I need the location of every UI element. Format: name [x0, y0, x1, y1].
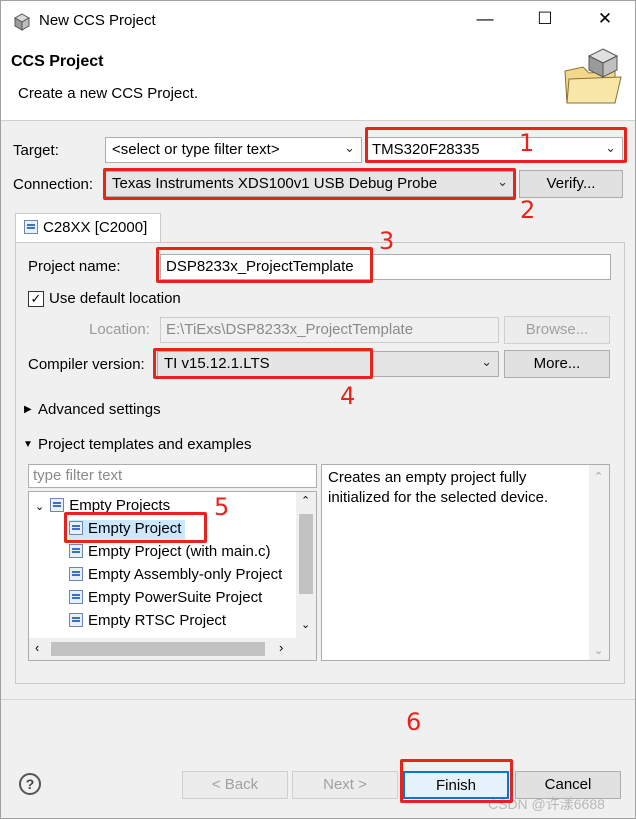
next-button[interactable]: Next >	[292, 771, 398, 799]
close-button[interactable]: ✕	[585, 9, 625, 35]
template-icon	[69, 567, 83, 581]
templates-toggle[interactable]: Project templates and examples	[38, 436, 251, 453]
chevron-left-icon[interactable]: ‹	[35, 640, 39, 655]
template-filter-input[interactable]: type filter text	[28, 464, 317, 488]
more-button[interactable]: More...	[504, 350, 610, 378]
use-default-location-checkbox[interactable]: ✓	[28, 291, 44, 307]
annotation-box-1	[365, 127, 627, 163]
page-title: CCS Project	[11, 53, 104, 70]
scroll-thumb[interactable]	[299, 514, 313, 594]
annotation-box-4	[153, 348, 373, 379]
scroll-thumb[interactable]	[51, 642, 265, 656]
annotation-number-2: 2	[520, 196, 536, 224]
target-filter-value: <select or type filter text>	[112, 141, 280, 158]
annotation-box-6	[400, 759, 513, 803]
browse-button[interactable]: Browse...	[504, 316, 610, 344]
tree-item-empty-assembly[interactable]: Empty Assembly-only Project	[69, 566, 294, 588]
use-default-location-label: Use default location	[49, 290, 181, 307]
template-description: Creates an empty project fully initializ…	[321, 464, 610, 661]
tree-item-label: Empty RTSC Project	[88, 612, 227, 629]
minimize-button[interactable]: —	[465, 9, 505, 35]
annotation-box-5	[64, 512, 207, 543]
annotation-box-3	[156, 247, 373, 283]
page-description: Create a new CCS Project.	[18, 85, 199, 102]
chevron-down-icon: ⌄	[35, 501, 45, 513]
location-label: Location:	[89, 321, 150, 338]
tree-item-label: Empty PowerSuite Project	[88, 589, 263, 606]
annotation-number-6: 6	[406, 708, 422, 736]
tree-horizontal-scrollbar[interactable]: ‹ ›	[29, 638, 316, 660]
target-label: Target:	[13, 142, 59, 159]
tab-c28xx[interactable]: C28XX [C2000]	[15, 213, 161, 243]
tab-label: C28XX [C2000]	[43, 219, 148, 236]
app-cube-icon	[13, 13, 31, 35]
template-description-text: Creates an empty project fully initializ…	[328, 469, 549, 506]
target-filter-combo[interactable]: <select or type filter text> ⌄	[105, 137, 362, 163]
footer-divider	[1, 699, 635, 700]
template-icon	[69, 613, 83, 627]
chevron-down-icon: ⌄	[481, 354, 492, 369]
template-icon	[69, 544, 83, 558]
wizard-header: CCS Project Create a new CCS Project.	[1, 43, 635, 121]
advanced-settings-toggle[interactable]: Advanced settings	[38, 401, 161, 418]
tree-item-empty-powersuite[interactable]: Empty PowerSuite Project	[69, 589, 262, 611]
chevron-down-icon: ⌄	[344, 140, 355, 155]
window-title: New CCS Project	[39, 12, 156, 29]
help-icon[interactable]: ?	[19, 773, 41, 795]
chevron-down-icon[interactable]: ⌄	[594, 641, 603, 661]
title-bar[interactable]: New CCS Project — ☐ ✕	[1, 1, 635, 43]
annotation-number-3: 3	[379, 227, 395, 255]
chevron-right-icon[interactable]: ›	[279, 640, 283, 655]
new-ccs-project-dialog: New CCS Project — ☐ ✕ CCS Project Create…	[0, 0, 636, 819]
annotation-box-2	[103, 168, 516, 200]
template-icon	[69, 590, 83, 604]
tree-item-label: Empty Assembly-only Project	[88, 566, 283, 583]
device-tab-icon	[24, 220, 38, 234]
chevron-down-icon[interactable]: ⌄	[301, 618, 310, 631]
tree-item-label: Empty Project (with main.c)	[88, 543, 271, 560]
tree-item-empty-project-main[interactable]: Empty Project (with main.c)	[69, 543, 271, 565]
annotation-number-4: 4	[340, 382, 356, 410]
tree-vertical-scrollbar[interactable]: ⌃ ⌄	[296, 492, 316, 638]
description-scrollbar[interactable]: ⌃ ⌄	[589, 465, 609, 660]
annotation-number-5: 5	[214, 493, 230, 521]
chevron-up-icon[interactable]: ⌃	[301, 494, 310, 507]
maximize-button[interactable]: ☐	[525, 9, 565, 35]
chevron-up-icon[interactable]: ⌃	[594, 467, 603, 487]
project-name-label: Project name:	[28, 258, 121, 275]
connection-label: Connection:	[13, 176, 94, 193]
tree-item-empty-rtsc[interactable]: Empty RTSC Project	[69, 612, 226, 634]
back-button[interactable]: < Back	[182, 771, 288, 799]
folder-icon	[50, 498, 65, 512]
collapse-arrow-icon[interactable]: ▼	[23, 439, 33, 450]
folder-cube-icon	[563, 47, 625, 109]
location-input[interactable]: E:\TiExs\DSP8233x_ProjectTemplate	[160, 317, 499, 343]
verify-button[interactable]: Verify...	[519, 170, 623, 198]
annotation-number-1: 1	[519, 129, 535, 157]
expand-arrow-icon[interactable]: ▶	[24, 404, 32, 415]
compiler-version-label: Compiler version:	[28, 356, 145, 373]
